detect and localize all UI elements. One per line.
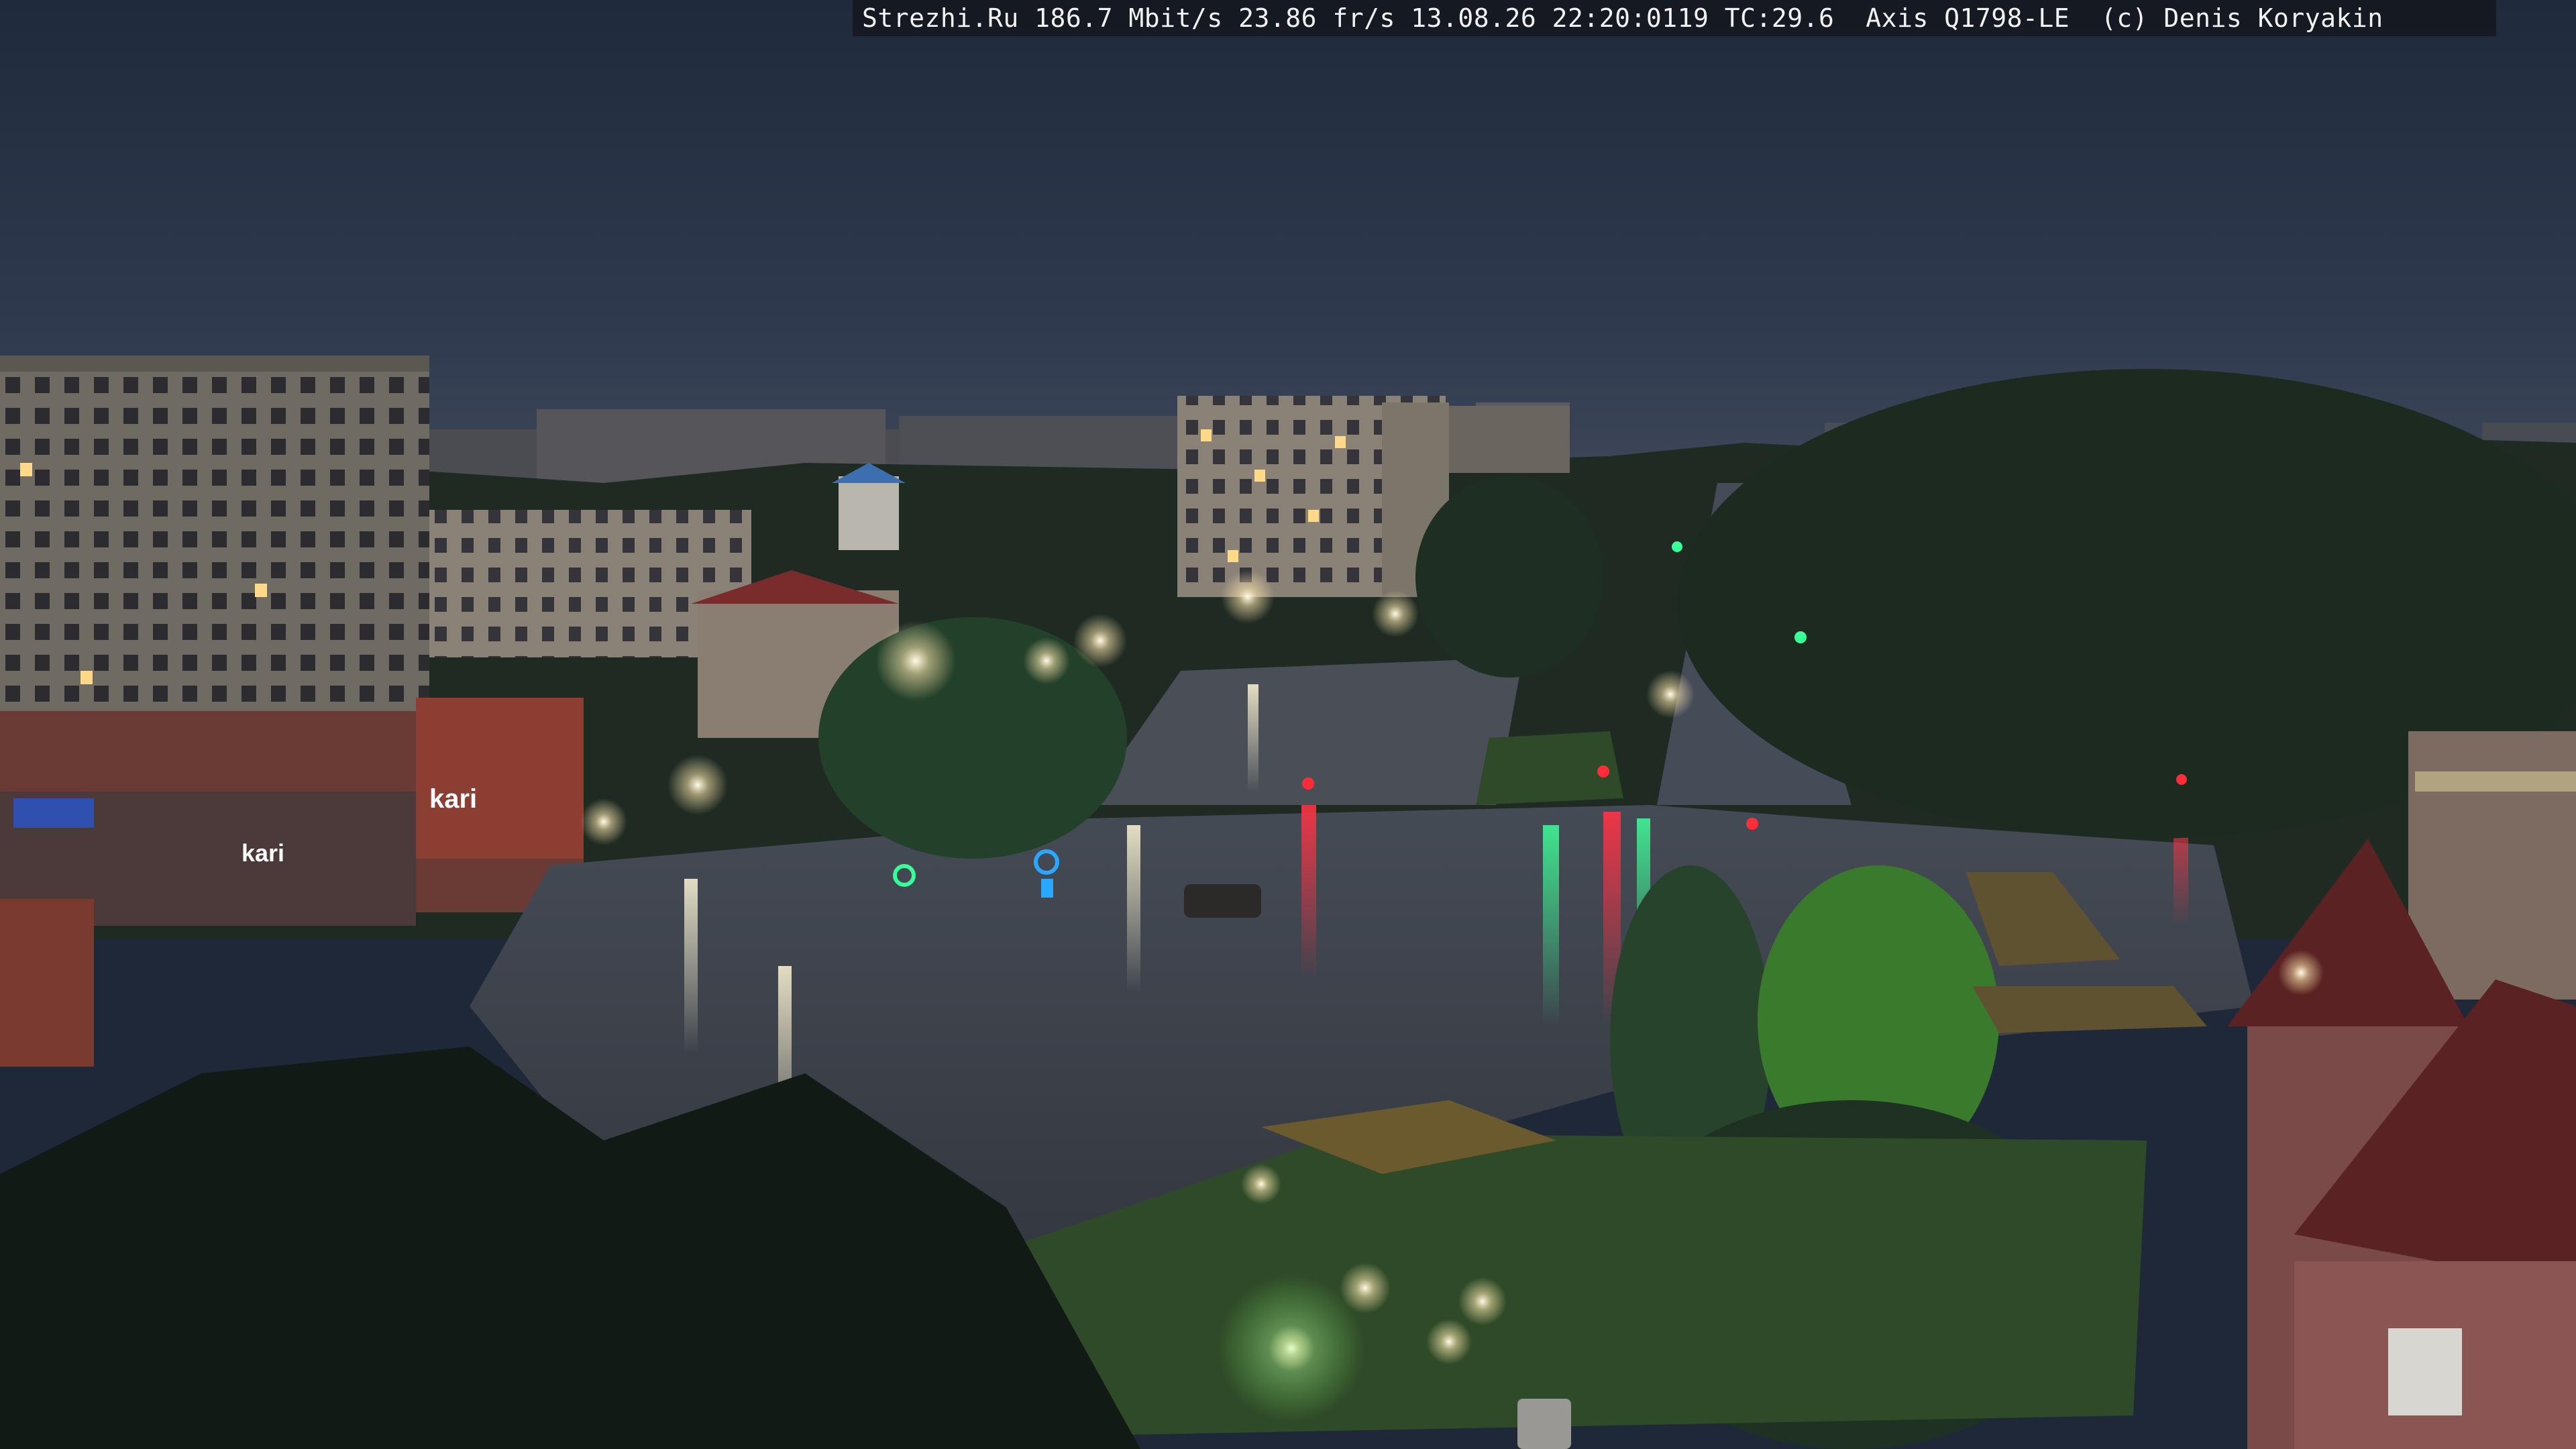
night-city-street-scene: kari kari bbox=[0, 0, 2576, 1449]
store-sign-kari-1: kari bbox=[429, 784, 477, 814]
store-sign-kari-2: kari bbox=[241, 839, 284, 867]
camera-overlay-caption: Strezhi.Ru 186.7 Mbit/s 23.86 fr/s 13.08… bbox=[862, 3, 2383, 33]
foreground-car bbox=[1517, 1399, 1571, 1449]
parked-car bbox=[1184, 884, 1261, 918]
camera-frame: kari kari Strezhi.Ru 186.7 Mbit/s 23.86 … bbox=[0, 0, 2576, 1449]
camera-overlay-bar: Strezhi.Ru 186.7 Mbit/s 23.86 fr/s 13.08… bbox=[853, 0, 2496, 36]
